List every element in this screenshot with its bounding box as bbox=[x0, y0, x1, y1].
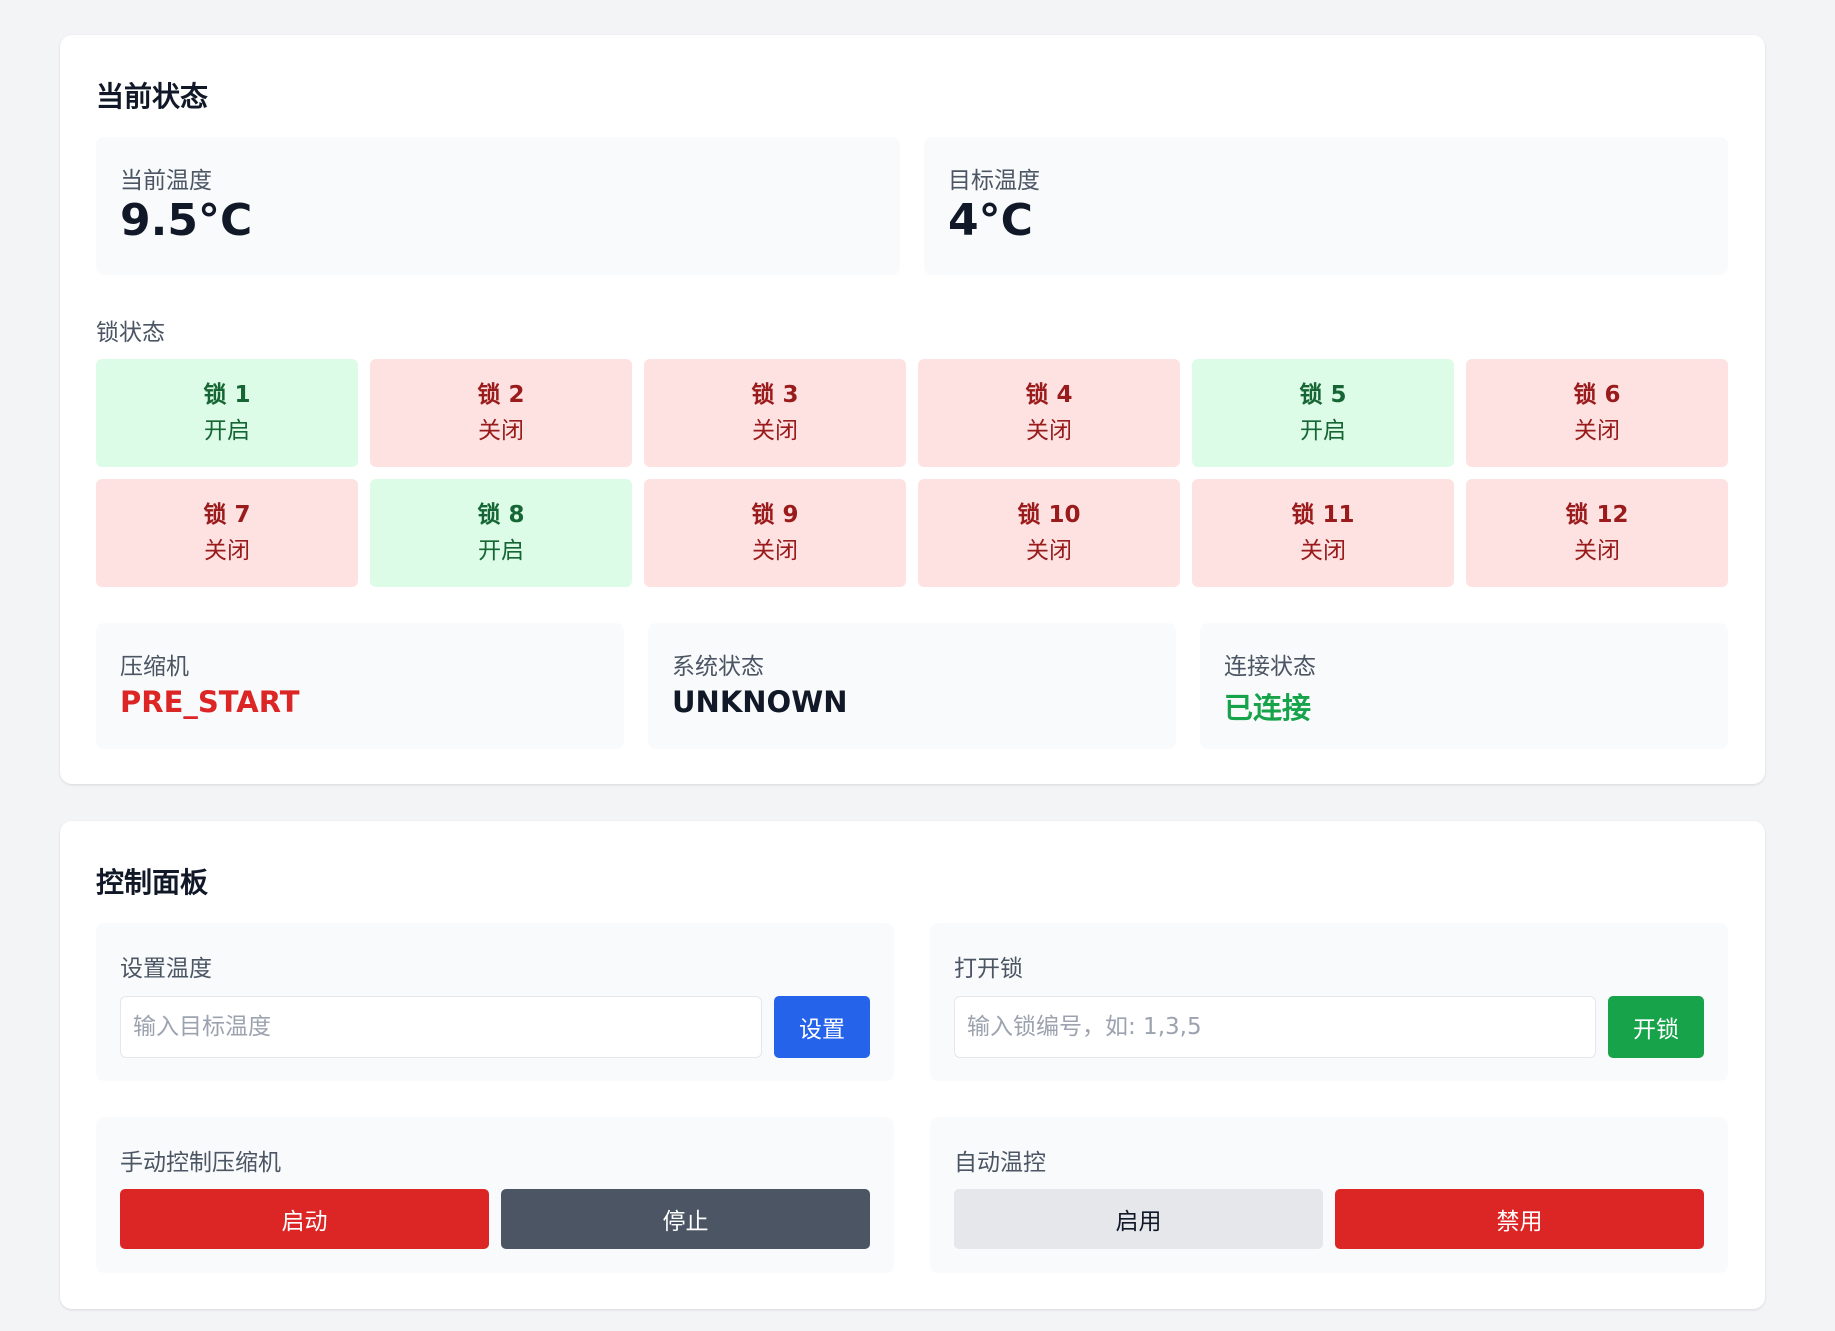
lock-state: 关闭 bbox=[1026, 538, 1072, 564]
system-status-label: 系统状态 bbox=[672, 654, 764, 680]
lock-state: 关闭 bbox=[1574, 538, 1620, 564]
lock-state: 关闭 bbox=[204, 538, 250, 564]
lock-tile: 锁 5 开启 bbox=[1192, 359, 1454, 467]
system-status-panel: 系统状态 UNKNOWN bbox=[648, 623, 1176, 749]
auto-temp-label: 自动温控 bbox=[954, 1150, 1046, 1176]
lock-state: 开启 bbox=[1300, 418, 1346, 444]
lock-tile: 锁 4 关闭 bbox=[918, 359, 1180, 467]
target-temp-label: 目标温度 bbox=[948, 168, 1040, 194]
lock-name: 锁 1 bbox=[203, 382, 251, 408]
stop-compressor-button[interactable]: 停止 bbox=[501, 1189, 870, 1249]
lock-tile: 锁 10 关闭 bbox=[918, 479, 1180, 587]
compressor-label: 压缩机 bbox=[120, 654, 189, 680]
target-temp-value: 4°C bbox=[948, 195, 1033, 246]
manual-compressor-panel: 手动控制压缩机 启动 停止 bbox=[96, 1117, 894, 1273]
lock-state: 开启 bbox=[478, 538, 524, 564]
lock-name: 锁 5 bbox=[1299, 382, 1347, 408]
open-lock-panel: 打开锁 开锁 bbox=[930, 923, 1728, 1081]
lock-name: 锁 8 bbox=[477, 502, 525, 528]
lock-grid: 锁 1 开启锁 2 关闭锁 3 关闭锁 4 关闭锁 5 开启锁 6 关闭锁 7 关闭锁 8 开启… bbox=[96, 359, 1728, 587]
lock-tile: 锁 11 关闭 bbox=[1192, 479, 1454, 587]
manual-compressor-label: 手动控制压缩机 bbox=[120, 1150, 281, 1176]
connection-status-label: 连接状态 bbox=[1224, 654, 1316, 680]
target-temp-panel: 目标温度 4°C bbox=[924, 137, 1728, 275]
lock-state: 关闭 bbox=[1574, 418, 1620, 444]
lock-name: 锁 9 bbox=[751, 502, 799, 528]
lock-tile: 锁 2 关闭 bbox=[370, 359, 632, 467]
lock-state: 关闭 bbox=[478, 418, 524, 444]
lock-tile: 锁 7 关闭 bbox=[96, 479, 358, 587]
enable-auto-temp-button[interactable]: 启用 bbox=[954, 1189, 1323, 1249]
compressor-panel: 压缩机 PRE_START bbox=[96, 623, 624, 749]
current-temp-value: 9.5°C bbox=[120, 195, 253, 246]
lock-tile: 锁 3 关闭 bbox=[644, 359, 906, 467]
lock-state: 开启 bbox=[204, 418, 250, 444]
lock-name: 锁 10 bbox=[1017, 502, 1081, 528]
lock-tile: 锁 6 关闭 bbox=[1466, 359, 1728, 467]
connection-status-panel: 连接状态 已连接 bbox=[1200, 623, 1728, 749]
auto-temp-panel: 自动温控 启用 禁用 bbox=[930, 1117, 1728, 1273]
open-lock-button[interactable]: 开锁 bbox=[1608, 996, 1704, 1058]
lock-name: 锁 4 bbox=[1025, 382, 1073, 408]
lock-state: 关闭 bbox=[1300, 538, 1346, 564]
lock-tile: 锁 12 关闭 bbox=[1466, 479, 1728, 587]
current-temp-label: 当前温度 bbox=[120, 168, 212, 194]
start-compressor-button[interactable]: 启动 bbox=[120, 1189, 489, 1249]
connection-status-value: 已连接 bbox=[1224, 691, 1312, 725]
open-lock-label: 打开锁 bbox=[954, 956, 1023, 982]
disable-auto-temp-button[interactable]: 禁用 bbox=[1335, 1189, 1704, 1249]
lock-state: 关闭 bbox=[752, 538, 798, 564]
lock-name: 锁 12 bbox=[1565, 502, 1629, 528]
set-temp-panel: 设置温度 设置 bbox=[96, 923, 894, 1081]
lock-state: 关闭 bbox=[1026, 418, 1072, 444]
target-temp-input[interactable] bbox=[120, 996, 762, 1058]
control-card: 控制面板 设置温度 设置 打开锁 开锁 手动控制压缩机 启动 停止 自动温控 启… bbox=[60, 821, 1765, 1309]
current-temp-panel: 当前温度 9.5°C bbox=[96, 137, 900, 275]
lock-name: 锁 2 bbox=[477, 382, 525, 408]
lock-name: 锁 7 bbox=[203, 502, 251, 528]
lock-tile: 锁 9 关闭 bbox=[644, 479, 906, 587]
set-temp-label: 设置温度 bbox=[120, 956, 212, 982]
lock-state: 关闭 bbox=[752, 418, 798, 444]
status-title: 当前状态 bbox=[96, 80, 209, 113]
locks-label: 锁状态 bbox=[96, 320, 165, 346]
lock-name: 锁 3 bbox=[751, 382, 799, 408]
lock-number-input[interactable] bbox=[954, 996, 1596, 1058]
set-temp-button[interactable]: 设置 bbox=[774, 996, 870, 1058]
lock-name: 锁 11 bbox=[1291, 502, 1355, 528]
lock-name: 锁 6 bbox=[1573, 382, 1621, 408]
compressor-value: PRE_START bbox=[120, 685, 300, 719]
system-status-value: UNKNOWN bbox=[672, 685, 848, 719]
status-card: 当前状态 当前温度 9.5°C 目标温度 4°C 锁状态 锁 1 开启锁 2 关闭锁… bbox=[60, 35, 1765, 784]
lock-tile: 锁 1 开启 bbox=[96, 359, 358, 467]
lock-tile: 锁 8 开启 bbox=[370, 479, 632, 587]
control-title: 控制面板 bbox=[96, 866, 209, 899]
